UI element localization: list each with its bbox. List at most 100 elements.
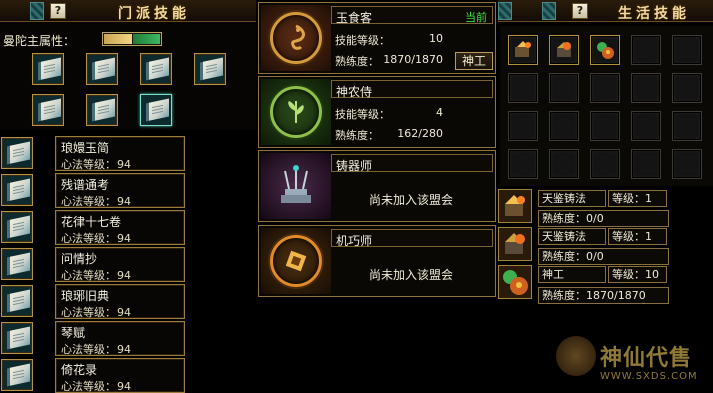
skill-level: 心法等级：94 [61,269,131,282]
sect-skill-row[interactable]: 琴赋 心法等级：94 [0,321,186,356]
skill-name: 琅琊旧典 [61,289,110,303]
empty-slot[interactable] [672,111,702,141]
empty-slot[interactable] [508,73,538,103]
life-skill-name: 天鉴铸法 [538,228,606,245]
forge-emblem-icon [261,153,331,219]
skill-name: 花律十七卷 [61,215,122,229]
empty-slot[interactable] [590,149,620,179]
sect-skill-row[interactable]: 琅嬛玉简 心法等级：94 [0,136,186,171]
sect-skills-title: 门派技能 [118,6,190,22]
skill-name: 问情抄 [61,252,98,266]
empty-slot[interactable] [549,73,579,103]
sect-book-icon[interactable] [32,94,64,126]
life-help-button[interactable]: ? [572,3,588,19]
craft-orb-skill-icon[interactable] [498,265,532,299]
skill-info-box: 琅嬛玉简 心法等级：94 [55,136,185,171]
skill-level: 心法等级：94 [61,195,131,208]
life-skill-slot[interactable] [590,35,620,65]
sect-skill-row[interactable]: 倚花录 心法等级：94 [0,358,186,393]
gear-emblem-icon [261,228,331,294]
sect-skill-row[interactable]: 琅琊旧典 心法等级：94 [0,284,186,319]
league-name: 机巧师 [336,234,373,248]
empty-slot[interactable] [631,111,661,141]
skill-name: 残谱通考 [61,178,110,192]
skill-book-icon [1,211,33,243]
empty-slot[interactable] [508,149,538,179]
league-proficiency: 熟练度： 1870/1870 [335,53,443,68]
sect-book-icon[interactable] [140,53,172,85]
shengong-button[interactable]: 神工 [455,52,493,70]
sect-skills-titlebar: ? 门派技能 [0,0,256,22]
skill-name: 琅嬛玉简 [61,141,110,155]
main-attribute-bar [102,32,162,46]
life-skill-name: 神工 [538,266,606,283]
empty-slot[interactable] [631,35,661,65]
life-skill-proficiency: 熟练度：0/0 [538,210,669,227]
empty-slot[interactable] [631,73,661,103]
watermark-site: WWW.SXDS.COM [600,371,698,382]
empty-slot[interactable] [590,111,620,141]
sect-book-icon[interactable] [86,53,118,85]
league-card-yushike[interactable]: 玉食客 当前 技能等级： 10 熟练度： 1870/1870 神工 [258,2,496,74]
empty-slot[interactable] [549,149,579,179]
skill-info-box: 残谱通考 心法等级：94 [55,173,185,208]
skill-level: 心法等级：94 [61,158,131,171]
panel-corner-ornament-icon [30,2,44,20]
sect-skill-row[interactable]: 问情抄 心法等级：94 [0,247,186,282]
dragon-emblem-icon [261,5,331,71]
skill-book-icon [1,248,33,280]
panel-corner-ornament-icon [498,2,512,20]
life-skills-title: 生活技能 [618,6,690,22]
life-skill-proficiency: 熟练度：1870/1870 [538,287,669,304]
sect-help-button[interactable]: ? [50,3,66,19]
skill-book-icon [1,322,33,354]
attribute-segment-green [133,34,160,44]
forging-skill-icon[interactable] [498,227,532,261]
skill-name: 倚花录 [61,363,98,377]
not-joined-message: 尚未加入该盟会 [369,268,454,282]
not-joined-message: 尚未加入该盟会 [369,193,454,207]
life-skill-level: 等级：1 [608,190,667,207]
watermark-mascot-icon [556,336,596,376]
sect-book-icon-selected[interactable] [140,94,172,126]
skill-info-box: 琴赋 心法等级：94 [55,321,185,356]
league-card-jiqiaoshi[interactable]: 机巧师 尚未加入该盟会 [258,225,496,297]
empty-slot[interactable] [672,149,702,179]
sect-book-icon[interactable] [32,53,64,85]
empty-slot[interactable] [672,73,702,103]
league-name: 玉食客 [336,11,373,25]
skill-info-box: 倚花录 心法等级：94 [55,358,185,393]
empty-slot[interactable] [590,73,620,103]
watermark-title: 神仙代售 [600,346,693,371]
league-name-box: 机巧师 [331,229,493,248]
life-skill-slot[interactable] [549,35,579,65]
skill-info-box: 问情抄 心法等级：94 [55,247,185,282]
panel-corner-ornament-icon [542,2,556,20]
life-skill-proficiency: 熟练度：0/0 [538,248,669,265]
sect-book-icon[interactable] [194,53,226,85]
empty-slot[interactable] [549,111,579,141]
life-skill-name: 天鉴铸法 [538,190,606,207]
skill-name: 琴赋 [61,326,86,340]
empty-slot[interactable] [672,35,702,65]
sect-skill-row[interactable]: 花律十七卷 心法等级：94 [0,210,186,245]
empty-slot[interactable] [631,149,661,179]
league-name: 铸器师 [336,159,373,173]
league-proficiency: 熟练度： 162/280 [335,127,443,142]
league-name: 神农侍 [336,85,373,99]
league-name-box: 神农侍 [331,80,493,99]
sect-skill-row[interactable]: 残谱通考 心法等级：94 [0,173,186,208]
empty-slot[interactable] [508,111,538,141]
league-skill-level: 技能等级： 10 [335,32,443,47]
attribute-segment-gold [104,34,132,44]
league-card-shennongshi[interactable]: 神农侍 技能等级： 4 熟练度： 162/280 [258,76,496,148]
forging-skill-icon[interactable] [498,189,532,223]
skill-book-icon [1,359,33,391]
life-skill-slot[interactable] [508,35,538,65]
skill-book-icon [1,137,33,169]
league-card-zhuqishi[interactable]: 铸器师 尚未加入该盟会 [258,150,496,222]
skill-level: 心法等级：94 [61,306,131,319]
life-skills-titlebar: ? 生活技能 [498,0,713,22]
main-attribute-label: 曼陀主属性： [3,34,76,48]
sect-book-icon[interactable] [86,94,118,126]
